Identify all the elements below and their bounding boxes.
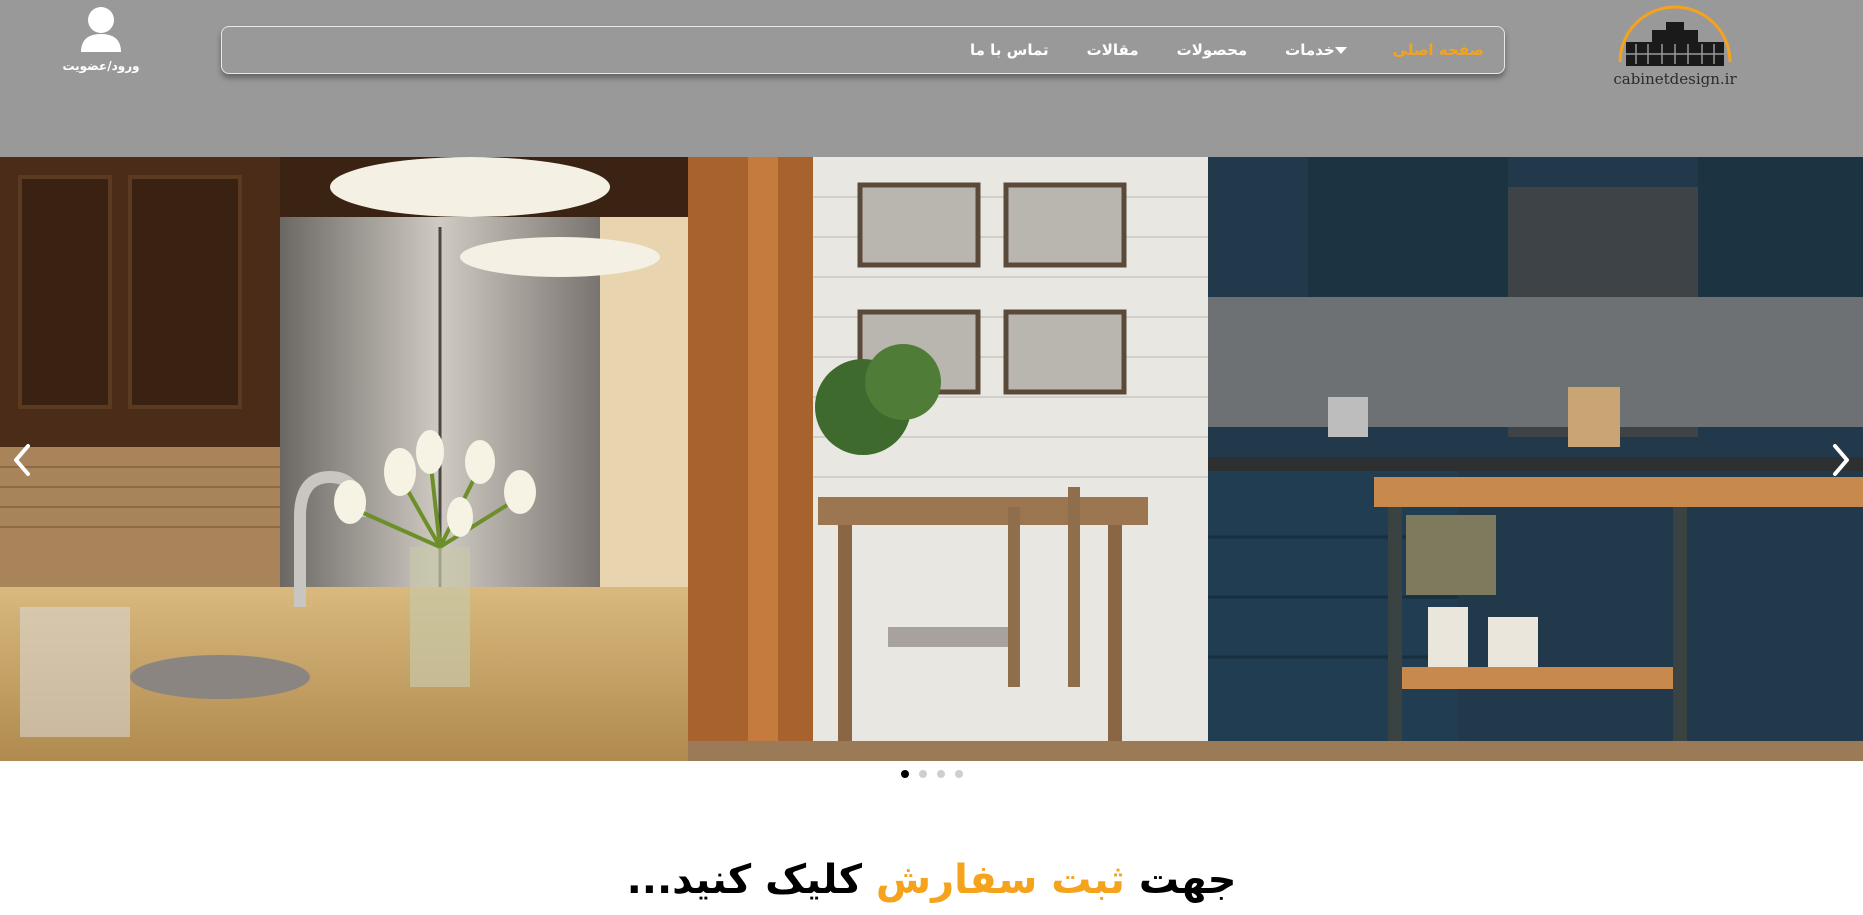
main-nav: صفحه اصلی خدمات محصولات مقالات تماس با م… xyxy=(221,26,1505,74)
slide-image-granite-kitchen xyxy=(0,157,688,761)
cta-highlight-order: ثبت سفارش xyxy=(875,857,1125,903)
slider-dot[interactable] xyxy=(918,770,927,778)
slider-next-button[interactable] xyxy=(1827,442,1855,478)
slider-pagination xyxy=(0,770,1863,784)
slider-dot[interactable] xyxy=(954,770,963,778)
slider-dot[interactable] xyxy=(900,770,909,778)
nav-item-services[interactable]: خدمات xyxy=(1285,41,1354,59)
logo-text: cabinetdesign.ir xyxy=(1613,70,1737,88)
slider-prev-button[interactable] xyxy=(8,442,36,478)
order-cta[interactable]: جهت ثبت سفارش کلیک کنید... xyxy=(0,845,1863,915)
chevron-left-icon xyxy=(14,444,30,476)
cta-text-start: جهت xyxy=(1138,857,1237,903)
cta-text-end: کلیک کنید... xyxy=(626,857,862,903)
nav-item-label: مقالات xyxy=(1086,41,1139,59)
login-register-button[interactable]: ورود/عضویت xyxy=(62,2,140,76)
nav-list: صفحه اصلی خدمات محصولات مقالات تماس با م… xyxy=(932,27,1484,73)
login-register-label: ورود/عضویت xyxy=(62,59,140,73)
caret-down-icon xyxy=(1334,46,1347,54)
nav-item-products[interactable]: محصولات xyxy=(1177,41,1248,59)
cabinet-logo-icon xyxy=(1618,5,1732,66)
nav-item-label: خدمات xyxy=(1285,41,1335,59)
chevron-right-icon xyxy=(1833,444,1849,476)
nav-item-articles[interactable]: مقالات xyxy=(1087,41,1139,59)
nav-item-contact[interactable]: تماس با ما xyxy=(970,41,1049,59)
nav-item-label: تماس با ما xyxy=(970,41,1049,59)
nav-item-label: صفحه اصلی xyxy=(1392,41,1484,59)
user-icon xyxy=(81,7,121,52)
site-logo[interactable]: cabinetdesign.ir xyxy=(1612,2,1738,92)
header: cabinetdesign.ir صفحه اصلی خدمات محصولات… xyxy=(0,0,1863,157)
slide-image-blue-kitchen xyxy=(688,157,1863,761)
nav-item-home[interactable]: صفحه اصلی xyxy=(1393,41,1484,59)
nav-item-label: محصولات xyxy=(1176,41,1248,59)
hero-slider xyxy=(0,157,1863,761)
slider-dot[interactable] xyxy=(936,770,945,778)
